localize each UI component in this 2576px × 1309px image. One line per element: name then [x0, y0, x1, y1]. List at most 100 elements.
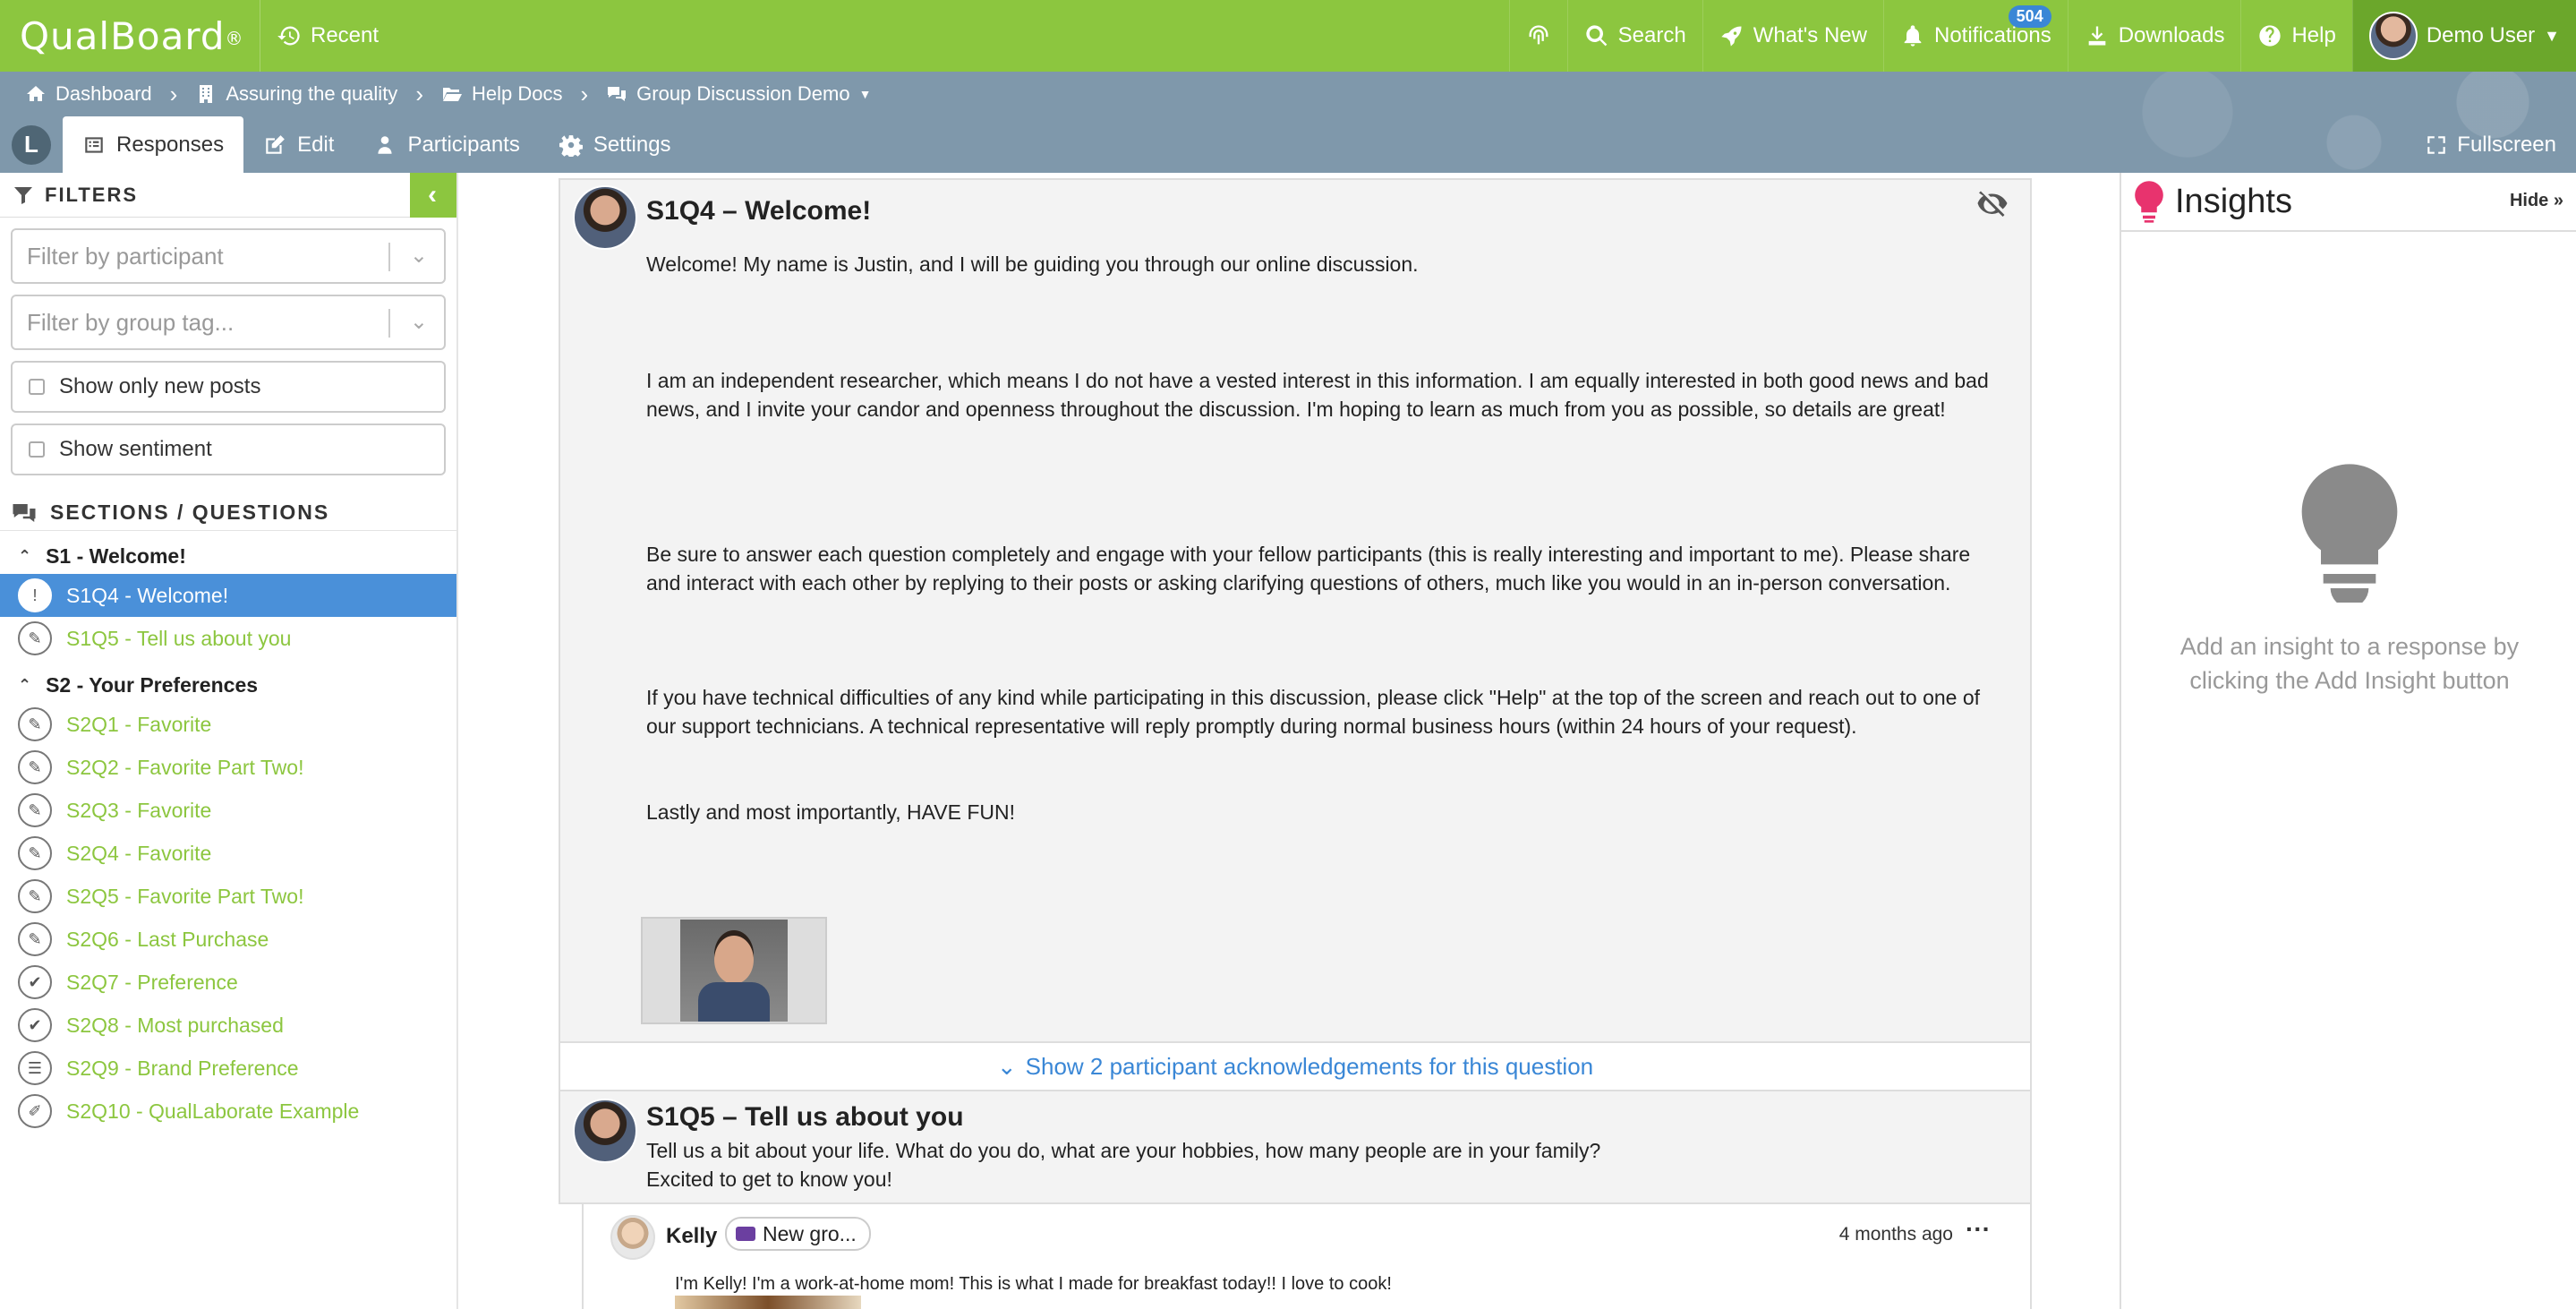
filter-participant-placeholder: Filter by participant	[27, 242, 224, 270]
question-item-s2q3[interactable]: ✎ S2Q3 - Favorite	[0, 789, 456, 832]
comment-icon: ✎	[18, 707, 52, 741]
breadcrumb-project-label: Assuring the quality	[226, 82, 398, 105]
comment-icon: ✎	[18, 793, 52, 827]
breadcrumb-folder[interactable]: Help Docs	[441, 82, 562, 106]
sections-title: SECTIONS / QUESTIONS	[50, 500, 330, 524]
tab-edit[interactable]: Edit	[243, 116, 354, 173]
search-button[interactable]: Search	[1566, 0, 1702, 72]
breadcrumb-dashboard[interactable]: Dashboard	[25, 82, 152, 106]
home-icon	[27, 86, 45, 101]
section-group-s1[interactable]: ⌃ S1 - Welcome!	[0, 538, 456, 574]
user-name: Demo User	[2426, 23, 2536, 47]
filter-group-tag-placeholder: Filter by group tag...	[27, 308, 235, 336]
tab-responses[interactable]: Responses	[63, 116, 244, 173]
chevron-up-icon: ⌃	[18, 675, 32, 694]
tab-edit-label: Edit	[297, 132, 335, 157]
eye-slash-icon[interactable]	[1976, 187, 2009, 219]
moderator-avatar	[573, 185, 637, 250]
breadcrumb-dashboard-label: Dashboard	[55, 82, 152, 105]
show-new-posts-checkbox[interactable]: Show only new posts	[11, 361, 446, 413]
comment-icon: ✎	[18, 621, 52, 655]
edit-icon	[266, 134, 285, 154]
whats-new-label: What's New	[1753, 23, 1867, 47]
list-alt-icon	[85, 136, 103, 153]
filter-group-tag-select[interactable]: Filter by group tag... ⌄	[11, 295, 446, 350]
section-label: S2 - Your Preferences	[46, 672, 259, 697]
question-label: S2Q3 - Favorite	[66, 798, 212, 822]
breadcrumb-discussion[interactable]: Group Discussion Demo ▼	[606, 82, 871, 106]
checkbox-box[interactable]	[29, 379, 45, 395]
show-sentiment-checkbox[interactable]: Show sentiment	[11, 424, 446, 475]
level-up-icon: L	[12, 124, 51, 165]
question-item-s2q7[interactable]: ✔ S2Q7 - Preference	[0, 961, 456, 1004]
tag-icon	[736, 1227, 755, 1241]
question-item-s1q5[interactable]: ✎ S1Q5 - Tell us about you	[0, 617, 456, 660]
tab-participants[interactable]: Participants	[354, 116, 539, 173]
folder-open-icon	[442, 88, 462, 101]
insights-title: Insights	[2175, 182, 2292, 220]
section-group-s2[interactable]: ⌃ S2 - Your Preferences	[0, 667, 456, 703]
question-item-s2q6[interactable]: ✎ S2Q6 - Last Purchase	[0, 918, 456, 961]
search-label: Search	[1617, 23, 1686, 47]
participant-name[interactable]: Kelly	[666, 1224, 717, 1249]
filters-header: FILTERS ‹	[0, 173, 456, 218]
back-to-top-button[interactable]: L	[0, 116, 63, 173]
question-paragraph: Be sure to answer each question complete…	[646, 543, 1971, 595]
question-item-s1q4[interactable]: ! S1Q4 - Welcome!	[0, 574, 456, 617]
user-menu[interactable]: Demo User ▼	[2351, 0, 2576, 72]
comments-icon	[13, 503, 36, 522]
moderator-photo[interactable]	[641, 917, 827, 1024]
breadcrumb-project[interactable]: Assuring the quality	[195, 82, 397, 106]
group-tag-chip[interactable]: New gro...	[725, 1217, 871, 1251]
lightbulb-icon	[2135, 181, 2163, 223]
question-label: S2Q5 - Favorite Part Two!	[66, 884, 304, 908]
question-title: S1Q4 – Welcome!	[646, 196, 872, 226]
notifications-count-badge: 504	[2008, 5, 2051, 28]
question-item-s2q8[interactable]: ✔ S2Q8 - Most purchased	[0, 1004, 456, 1047]
tab-settings[interactable]: Settings	[540, 116, 691, 173]
brand-name: QualBoard	[20, 13, 226, 58]
response-image[interactable]	[675, 1296, 861, 1309]
download-icon	[2088, 26, 2106, 46]
question-item-s2q10[interactable]: ✐ S2Q10 - QualLaborate Example	[0, 1090, 456, 1133]
filter-participant-select[interactable]: Filter by participant ⌄	[11, 228, 446, 284]
question-item-s2q9[interactable]: ☰ S2Q9 - Brand Preference	[0, 1047, 456, 1090]
question-label: S2Q7 - Preference	[66, 970, 238, 994]
notifications-button[interactable]: Notifications 504	[1882, 0, 2068, 72]
question-item-s2q2[interactable]: ✎ S2Q2 - Favorite Part Two!	[0, 746, 456, 789]
question-item-s2q5[interactable]: ✎ S2Q5 - Favorite Part Two!	[0, 875, 456, 918]
alert-icon: !	[18, 578, 52, 612]
recent-label: Recent	[311, 23, 380, 47]
checkbox-box[interactable]	[29, 441, 45, 458]
photo-image	[680, 920, 788, 1022]
collapse-sidebar-button[interactable]: ‹	[410, 173, 456, 218]
filters-sidebar: FILTERS ‹ Filter by participant ⌄ Filter…	[0, 173, 458, 1309]
question-item-s2q4[interactable]: ✎ S2Q4 - Favorite	[0, 832, 456, 875]
whats-new-button[interactable]: What's New	[1702, 0, 1883, 72]
chevron-right-icon: ›	[169, 80, 178, 107]
chevron-up-icon: ⌃	[18, 546, 32, 565]
question-item-s2q1[interactable]: ✎ S2Q1 - Favorite	[0, 703, 456, 746]
downloads-button[interactable]: Downloads	[2067, 0, 2241, 72]
more-options-icon[interactable]: ···	[1966, 1215, 1991, 1244]
caret-down-icon: ▼	[2544, 26, 2560, 45]
insights-panel: Insights Hide » Add an insight to a resp…	[2120, 173, 2576, 1309]
hide-insights-button[interactable]: Hide »	[2510, 191, 2563, 211]
question-label: S2Q9 - Brand Preference	[66, 1056, 299, 1080]
recent-button[interactable]: Recent	[260, 0, 395, 72]
brand-registered-mark: ®	[225, 28, 244, 49]
fullscreen-button[interactable]: Fullscreen	[2425, 116, 2556, 173]
question-paragraph: Tell us a bit about your life. What do y…	[646, 1139, 1601, 1162]
breadcrumb-discussion-label: Group Discussion Demo	[636, 82, 850, 105]
show-acknowledgements-link[interactable]: ⌄ Show 2 participant acknowledgements fo…	[559, 1043, 2032, 1091]
comment-icon: ✎	[18, 750, 52, 784]
help-button[interactable]: Help	[2240, 0, 2351, 72]
fingerprint-button[interactable]	[1508, 0, 1567, 72]
qualboard-logo[interactable]: QualBoard ®	[0, 0, 260, 72]
chevron-right-icon: ›	[580, 80, 589, 107]
question-paragraph: Welcome! My name is Justin, and I will b…	[646, 252, 1419, 276]
check-circle-icon: ✔	[18, 1008, 52, 1042]
top-navbar: QualBoard ® Recent Search What's New Noti…	[0, 0, 2576, 72]
response-text: I'm Kelly! I'm a work-at-home mom! This …	[675, 1274, 1392, 1294]
select-divider	[388, 309, 390, 338]
